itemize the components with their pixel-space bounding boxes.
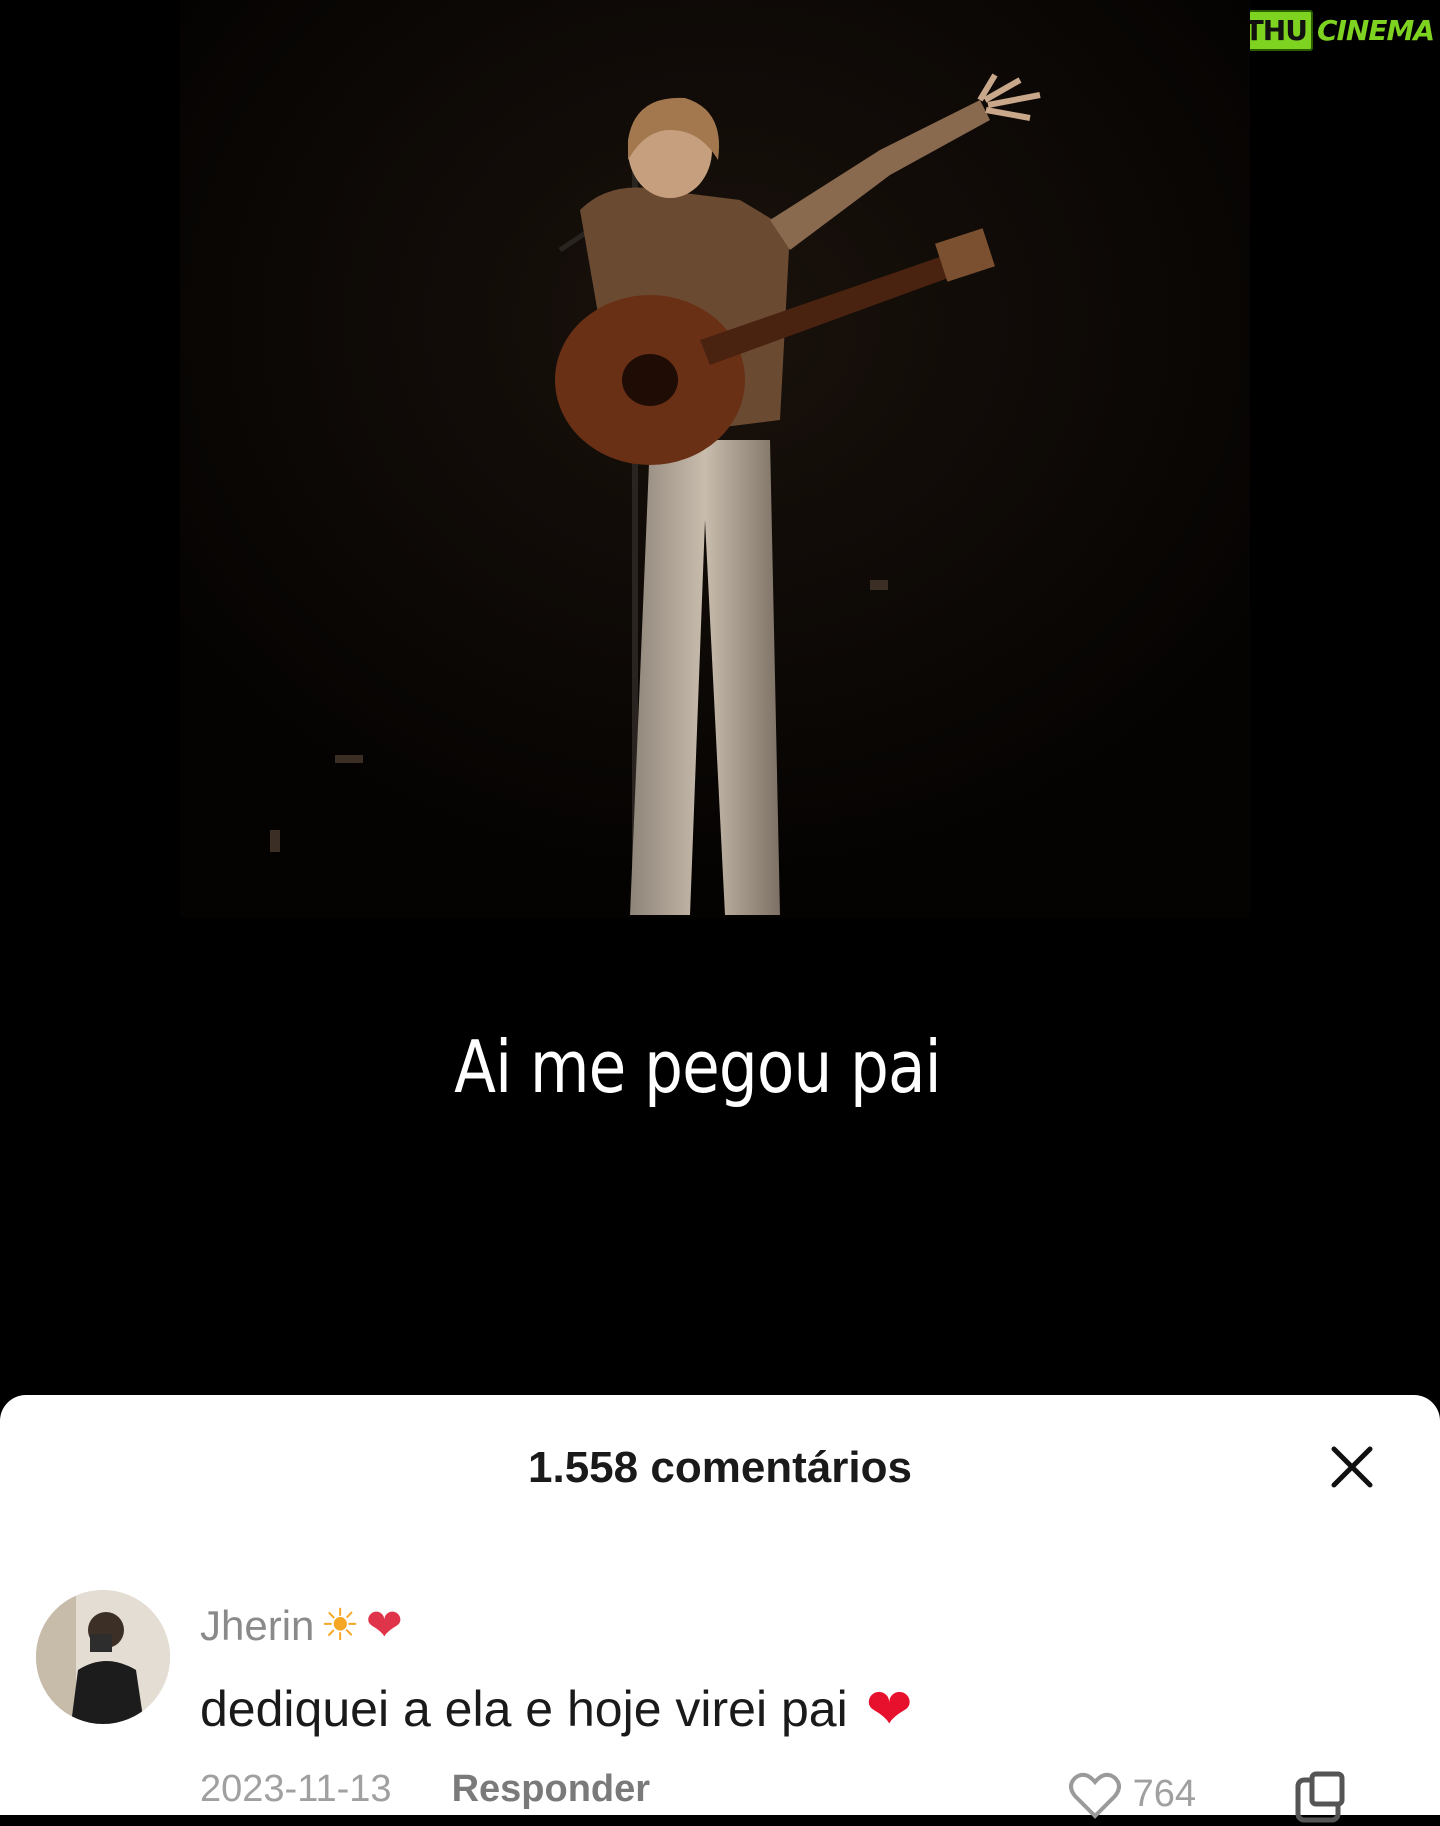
comment-date: 2023-11-13: [200, 1768, 392, 1810]
red-heart-icon: ❤: [865, 1677, 913, 1740]
comment-meta: 2023-11-13 Responder: [200, 1768, 650, 1811]
comment-body: dediquei a ela e hoje virei pai: [200, 1681, 848, 1737]
mending-heart-icon: ❤: [365, 1601, 403, 1650]
close-button[interactable]: [1324, 1439, 1380, 1495]
avatar[interactable]: [36, 1590, 170, 1724]
sun-icon: ☀: [320, 1601, 360, 1650]
share-icon[interactable]: [1292, 1770, 1348, 1826]
username-text: Jherin: [200, 1602, 315, 1649]
concert-photo: [180, 0, 1250, 918]
like-count: 764: [1132, 1772, 1196, 1815]
comment-item: Jherin ☀ ❤ dediquei a ela e hoje virei p…: [36, 1590, 1396, 1823]
heart-outline-icon: [1068, 1772, 1121, 1819]
comment-username[interactable]: Jherin ☀ ❤: [200, 1602, 403, 1650]
avatar-image: [36, 1590, 170, 1724]
watermark-part2: CINEMA: [1316, 14, 1435, 47]
video-caption: Ai me pegou pai: [454, 1025, 942, 1109]
close-icon: [1331, 1446, 1373, 1488]
comments-count-title: 1.558 comentários: [528, 1443, 912, 1492]
performer-image: [180, 0, 1250, 918]
comments-sheet: 1.558 comentários Jherin ☀ ❤ dediquei a …: [0, 1395, 1440, 1823]
like-button[interactable]: 764: [1067, 1768, 1196, 1820]
reply-button[interactable]: Responder: [452, 1768, 650, 1811]
comment-text: dediquei a ela e hoje virei pai ❤: [200, 1676, 913, 1742]
video-screen: GETHU CINEMA Ai me pegou pai 1.558 comen…: [0, 0, 1440, 1823]
